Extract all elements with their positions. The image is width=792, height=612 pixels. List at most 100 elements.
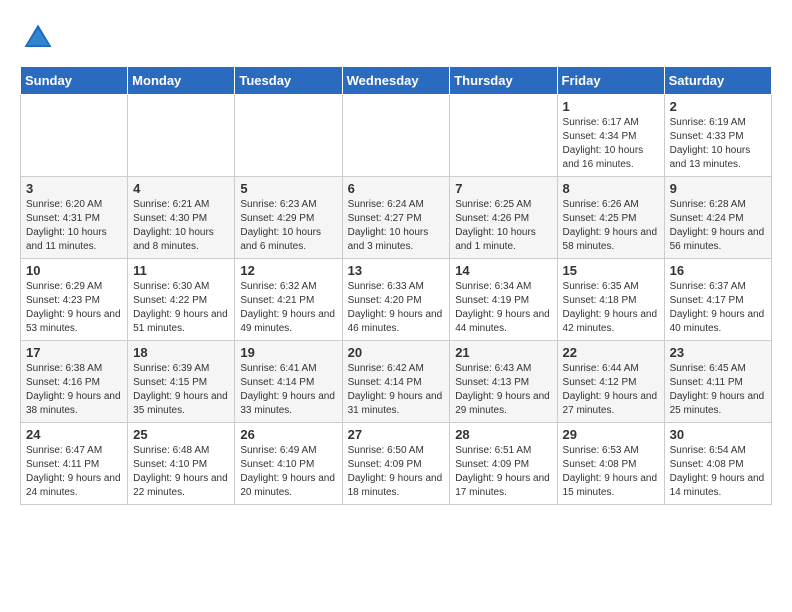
day-number: 13 [348, 263, 445, 278]
calendar-cell [128, 95, 235, 177]
calendar-header-saturday: Saturday [664, 67, 771, 95]
calendar-week-4: 17 Sunrise: 6:38 AMSunset: 4:16 PMDayligh… [21, 341, 772, 423]
calendar-cell: 19 Sunrise: 6:41 AMSunset: 4:14 PMDayligh… [235, 341, 342, 423]
day-info: Sunrise: 6:30 AMSunset: 4:22 PMDaylight:… [133, 280, 229, 336]
calendar-week-2: 3 Sunrise: 6:20 AMSunset: 4:31 PMDaylight… [21, 177, 772, 259]
calendar-cell: 30 Sunrise: 6:54 AMSunset: 4:08 PMDayligh… [664, 423, 771, 505]
day-number: 25 [133, 427, 229, 442]
calendar-header-monday: Monday [128, 67, 235, 95]
day-number: 24 [26, 427, 122, 442]
day-number: 14 [455, 263, 551, 278]
day-info: Sunrise: 6:28 AMSunset: 4:24 PMDaylight:… [670, 198, 766, 254]
day-number: 1 [563, 99, 659, 114]
day-number: 17 [26, 345, 122, 360]
day-info: Sunrise: 6:38 AMSunset: 4:16 PMDaylight:… [26, 362, 122, 418]
calendar-cell [342, 95, 450, 177]
calendar-cell [235, 95, 342, 177]
day-info: Sunrise: 6:24 AMSunset: 4:27 PMDaylight:… [348, 198, 445, 254]
day-number: 3 [26, 181, 122, 196]
calendar-cell: 8Sunrise: 6:26 AMSunset: 4:25 PMDaylight… [557, 177, 664, 259]
day-number: 18 [133, 345, 229, 360]
day-number: 29 [563, 427, 659, 442]
day-number: 21 [455, 345, 551, 360]
day-number: 9 [670, 181, 766, 196]
calendar-cell: 1 Sunrise: 6:17 AMSunset: 4:34 PMDaylight… [557, 95, 664, 177]
day-info: Sunrise: 6:17 AMSunset: 4:34 PMDaylight:… [563, 116, 659, 172]
day-number: 16 [670, 263, 766, 278]
day-number: 2 [670, 99, 766, 114]
calendar-cell: 2 Sunrise: 6:19 AMSunset: 4:33 PMDaylight… [664, 95, 771, 177]
day-number: 11 [133, 263, 229, 278]
calendar-cell: 27Sunrise: 6:50 AMSunset: 4:09 PMDayligh… [342, 423, 450, 505]
calendar-cell: 22 Sunrise: 6:44 AMSunset: 4:12 PMDayligh… [557, 341, 664, 423]
calendar-cell: 7 Sunrise: 6:25 AMSunset: 4:26 PMDaylight… [450, 177, 557, 259]
calendar-cell [450, 95, 557, 177]
day-info: Sunrise: 6:26 AMSunset: 4:25 PMDaylight:… [563, 198, 659, 254]
calendar-cell: 16 Sunrise: 6:37 AMSunset: 4:17 PMDayligh… [664, 259, 771, 341]
calendar-header-row: SundayMondayTuesdayWednesdayThursdayFrid… [21, 67, 772, 95]
day-number: 27 [348, 427, 445, 442]
calendar-cell: 13 Sunrise: 6:33 AMSunset: 4:20 PMDayligh… [342, 259, 450, 341]
calendar-cell: 12 Sunrise: 6:32 AMSunset: 4:21 PMDayligh… [235, 259, 342, 341]
calendar-cell: 10 Sunrise: 6:29 AMSunset: 4:23 PMDayligh… [21, 259, 128, 341]
day-info: Sunrise: 6:33 AMSunset: 4:20 PMDaylight:… [348, 280, 445, 336]
day-info: Sunrise: 6:25 AMSunset: 4:26 PMDaylight:… [455, 198, 551, 254]
day-info: Sunrise: 6:43 AMSunset: 4:13 PMDaylight:… [455, 362, 551, 418]
day-info: Sunrise: 6:51 AMSunset: 4:09 PMDaylight:… [455, 444, 551, 500]
calendar-table: SundayMondayTuesdayWednesdayThursdayFrid… [20, 66, 772, 505]
calendar-cell: 23 Sunrise: 6:45 AMSunset: 4:11 PMDayligh… [664, 341, 771, 423]
day-number: 22 [563, 345, 659, 360]
day-number: 15 [563, 263, 659, 278]
calendar-cell: 20 Sunrise: 6:42 AMSunset: 4:14 PMDayligh… [342, 341, 450, 423]
calendar-cell: 17 Sunrise: 6:38 AMSunset: 4:16 PMDayligh… [21, 341, 128, 423]
calendar-cell: 6Sunrise: 6:24 AMSunset: 4:27 PMDaylight… [342, 177, 450, 259]
calendar-cell [21, 95, 128, 177]
day-number: 5 [240, 181, 336, 196]
calendar-week-1: 1 Sunrise: 6:17 AMSunset: 4:34 PMDaylight… [21, 95, 772, 177]
day-info: Sunrise: 6:44 AMSunset: 4:12 PMDaylight:… [563, 362, 659, 418]
day-number: 28 [455, 427, 551, 442]
calendar-cell: 18Sunrise: 6:39 AMSunset: 4:15 PMDayligh… [128, 341, 235, 423]
day-number: 4 [133, 181, 229, 196]
calendar-cell: 15 Sunrise: 6:35 AMSunset: 4:18 PMDayligh… [557, 259, 664, 341]
day-number: 23 [670, 345, 766, 360]
day-number: 30 [670, 427, 766, 442]
calendar-cell: 9 Sunrise: 6:28 AMSunset: 4:24 PMDaylight… [664, 177, 771, 259]
calendar-cell: 5 Sunrise: 6:23 AMSunset: 4:29 PMDaylight… [235, 177, 342, 259]
calendar-header-tuesday: Tuesday [235, 67, 342, 95]
day-info: Sunrise: 6:34 AMSunset: 4:19 PMDaylight:… [455, 280, 551, 336]
calendar-header-thursday: Thursday [450, 67, 557, 95]
day-number: 12 [240, 263, 336, 278]
calendar-cell: 4Sunrise: 6:21 AMSunset: 4:30 PMDaylight… [128, 177, 235, 259]
calendar-cell: 24 Sunrise: 6:47 AMSunset: 4:11 PMDayligh… [21, 423, 128, 505]
day-info: Sunrise: 6:29 AMSunset: 4:23 PMDaylight:… [26, 280, 122, 336]
calendar-cell: 25Sunrise: 6:48 AMSunset: 4:10 PMDayligh… [128, 423, 235, 505]
day-info: Sunrise: 6:47 AMSunset: 4:11 PMDaylight:… [26, 444, 122, 500]
calendar-cell: 28 Sunrise: 6:51 AMSunset: 4:09 PMDayligh… [450, 423, 557, 505]
calendar-header-friday: Friday [557, 67, 664, 95]
day-number: 10 [26, 263, 122, 278]
calendar-cell: 21 Sunrise: 6:43 AMSunset: 4:13 PMDayligh… [450, 341, 557, 423]
calendar-cell: 3 Sunrise: 6:20 AMSunset: 4:31 PMDaylight… [21, 177, 128, 259]
logo-icon [20, 20, 56, 56]
day-info: Sunrise: 6:49 AMSunset: 4:10 PMDaylight:… [240, 444, 336, 500]
day-number: 19 [240, 345, 336, 360]
day-number: 26 [240, 427, 336, 442]
day-info: Sunrise: 6:41 AMSunset: 4:14 PMDaylight:… [240, 362, 336, 418]
day-info: Sunrise: 6:23 AMSunset: 4:29 PMDaylight:… [240, 198, 336, 254]
calendar-cell: 11 Sunrise: 6:30 AMSunset: 4:22 PMDayligh… [128, 259, 235, 341]
page-header [20, 20, 772, 56]
day-info: Sunrise: 6:54 AMSunset: 4:08 PMDaylight:… [670, 444, 766, 500]
day-info: Sunrise: 6:35 AMSunset: 4:18 PMDaylight:… [563, 280, 659, 336]
day-info: Sunrise: 6:19 AMSunset: 4:33 PMDaylight:… [670, 116, 766, 172]
day-info: Sunrise: 6:45 AMSunset: 4:11 PMDaylight:… [670, 362, 766, 418]
day-info: Sunrise: 6:20 AMSunset: 4:31 PMDaylight:… [26, 198, 122, 254]
day-info: Sunrise: 6:37 AMSunset: 4:17 PMDaylight:… [670, 280, 766, 336]
calendar-cell: 26 Sunrise: 6:49 AMSunset: 4:10 PMDayligh… [235, 423, 342, 505]
day-number: 20 [348, 345, 445, 360]
calendar-header-wednesday: Wednesday [342, 67, 450, 95]
day-info: Sunrise: 6:42 AMSunset: 4:14 PMDaylight:… [348, 362, 445, 418]
day-info: Sunrise: 6:32 AMSunset: 4:21 PMDaylight:… [240, 280, 336, 336]
day-info: Sunrise: 6:53 AMSunset: 4:08 PMDaylight:… [563, 444, 659, 500]
day-number: 7 [455, 181, 551, 196]
